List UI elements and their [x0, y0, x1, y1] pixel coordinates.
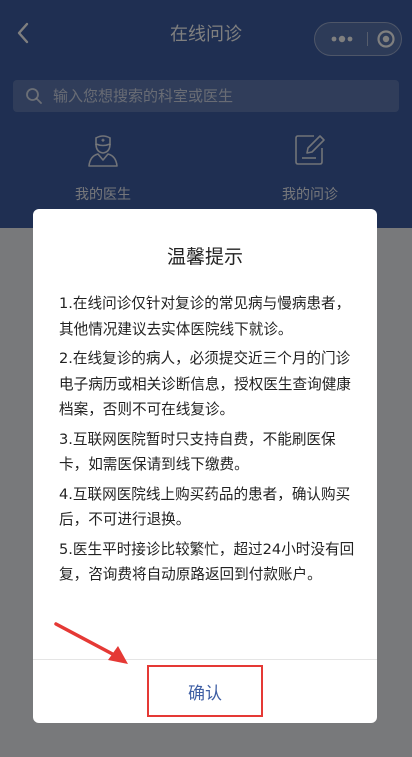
notice-item: 4.互联网医院线上购买药品的患者，确认购买后，不可进行退换。 [59, 485, 351, 529]
notice-item: 3.互联网医院暂时只支持自费，不能刷医保卡，如需医保请到线下缴费。 [59, 430, 336, 474]
notice-item: 2.在线复诊的病人，必须提交近三个月的门诊电子病历或相关诊断信息，授权医生查询健… [59, 350, 351, 418]
red-arrow-annotation [54, 622, 128, 664]
notice-item: 5.医生平时接诊比较繁忙，超过24小时没有回复，咨询费将自动原路返回到付款账户。 [59, 540, 355, 584]
confirm-button[interactable]: 确认 [147, 665, 263, 717]
dialog-content: 1.在线问诊仅针对复诊的常见病与慢病患者，其他情况建议去实体医院线下就诊。 2.… [59, 291, 355, 592]
notice-item: 1.在线问诊仅针对复诊的常见病与慢病患者，其他情况建议去实体医院线下就诊。 [59, 295, 351, 338]
dialog-title: 温馨提示 [166, 246, 243, 268]
